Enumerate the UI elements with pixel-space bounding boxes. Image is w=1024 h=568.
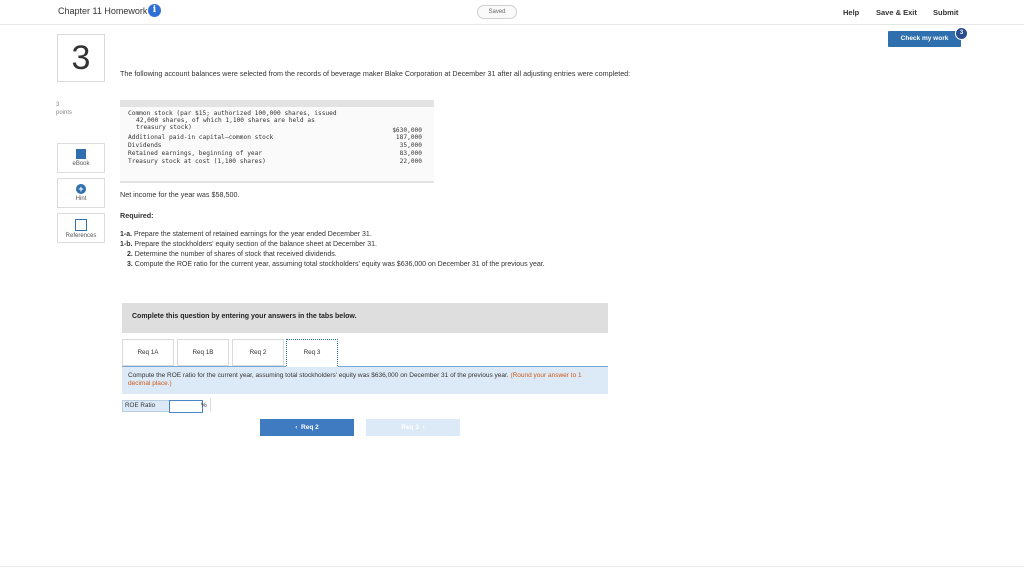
chevron-right-icon: ›	[422, 424, 425, 431]
answer-panel-title: Complete this question by entering your …	[132, 313, 357, 320]
instruction-text: Compute the ROE ratio for the current ye…	[128, 372, 509, 379]
ebook-label: eBook	[72, 161, 90, 167]
info-icon[interactable]: i	[148, 4, 161, 17]
instruction-text-wrap: Compute the ROE ratio for the current ye…	[128, 372, 598, 388]
save-exit-link[interactable]: Save & Exit	[876, 8, 917, 17]
instruction-box: Compute the ROE ratio for the current ye…	[122, 367, 608, 394]
points-value: 3	[56, 102, 60, 108]
account-name: Retained earnings, beginning of year	[128, 150, 263, 157]
account-value: 187,000	[395, 134, 422, 141]
ebook-icon	[76, 149, 86, 159]
next-req-button[interactable]: Req 3 ›	[366, 419, 460, 436]
references-button[interactable]: References	[57, 213, 105, 243]
references-icon	[75, 219, 87, 231]
requirement-text: Prepare the statement of retained earnin…	[134, 231, 372, 238]
account-row: Additional paid-in capital–common stock …	[128, 134, 428, 141]
references-label: References	[65, 233, 97, 239]
requirement-text: Prepare the stockholders' equity section…	[134, 241, 377, 248]
row-divider	[210, 398, 211, 412]
required-heading: Required:	[120, 211, 154, 220]
hint-icon: +	[76, 184, 86, 194]
account-name: 42,000 shares, of which 1,100 shares are…	[136, 117, 315, 124]
account-name: treasury stock)	[136, 124, 192, 131]
prev-req-label: Req 2	[301, 424, 319, 431]
roe-ratio-input[interactable]	[169, 400, 203, 413]
net-income-text: Net income for the year was $58,500.	[120, 190, 240, 199]
tab-req-1a[interactable]: Req 1A	[122, 339, 174, 366]
question-number: 3	[57, 34, 105, 82]
account-value: 35,000	[399, 142, 422, 149]
account-row: Retained earnings, beginning of year 83,…	[128, 150, 428, 157]
points-label: points	[56, 110, 73, 116]
bottom-divider	[0, 566, 1024, 567]
requirement-tabs: Req 1A Req 1B Req 2 Req 3	[122, 338, 608, 368]
account-name: Common stock (par $15; authorized 100,00…	[128, 110, 337, 117]
percent-unit: %	[201, 402, 207, 409]
top-bar: Chapter 11 Homework i Saved Help Save & …	[0, 0, 1024, 25]
saved-status-badge: Saved	[477, 5, 517, 19]
hint-label: Hint	[75, 196, 87, 202]
roe-ratio-label: ROE Ratio	[122, 400, 171, 412]
account-balances-table: Common stock (par $15; authorized 100,00…	[120, 100, 434, 183]
requirement-item: 1-b. Prepare the stockholders' equity se…	[120, 240, 650, 250]
chevron-left-icon: ‹	[295, 424, 298, 431]
tab-req-1b[interactable]: Req 1B	[177, 339, 229, 366]
submit-link[interactable]: Submit	[933, 8, 958, 17]
account-row: 42,000 shares, of which 1,100 shares are…	[136, 117, 436, 124]
requirement-label: 2.	[127, 251, 133, 258]
check-my-work-button[interactable]: Check my work	[888, 31, 961, 47]
requirement-label: 1-a.	[120, 231, 133, 238]
help-link[interactable]: Help	[843, 8, 859, 17]
answer-panel-header: Complete this question by entering your …	[122, 303, 608, 333]
prev-req-button[interactable]: ‹ Req 2	[260, 419, 354, 436]
requirement-item: 3. Compute the ROE ratio for the current…	[120, 260, 650, 270]
account-row: Dividends 35,000	[128, 142, 428, 149]
account-name: Dividends	[128, 142, 162, 149]
account-row: Treasury stock at cost (1,100 shares) 22…	[128, 158, 428, 165]
chapter-title: Chapter 11 Homework	[58, 6, 148, 16]
requirements-list: 1-a. Prepare the statement of retained e…	[120, 230, 650, 270]
problem-intro: The following account balances were sele…	[120, 69, 631, 78]
next-req-label: Req 3	[401, 424, 419, 431]
hint-button[interactable]: + Hint	[57, 178, 105, 208]
ebook-button[interactable]: eBook	[57, 143, 105, 173]
account-value: 83,000	[399, 150, 422, 157]
requirement-label: 3.	[127, 261, 133, 268]
requirement-item: 2. Determine the number of shares of sto…	[120, 250, 650, 260]
tab-req-3[interactable]: Req 3	[286, 339, 338, 368]
account-row: Common stock (par $15; authorized 100,00…	[128, 110, 428, 117]
requirement-label: 1-b.	[120, 241, 133, 248]
points-info: 3 points	[56, 101, 72, 117]
account-value: $630,000	[392, 127, 422, 134]
tab-req-2[interactable]: Req 2	[232, 339, 284, 366]
check-count-badge: 3	[955, 27, 968, 40]
account-name: Additional paid-in capital–common stock	[128, 134, 274, 141]
account-name: Treasury stock at cost (1,100 shares)	[128, 158, 266, 165]
requirement-text: Compute the ROE ratio for the current ye…	[134, 261, 545, 268]
account-row: treasury stock)	[136, 124, 436, 131]
requirement-text: Determine the number of shares of stock …	[134, 251, 337, 258]
requirement-item: 1-a. Prepare the statement of retained e…	[120, 230, 650, 240]
account-value: 22,000	[399, 158, 422, 165]
